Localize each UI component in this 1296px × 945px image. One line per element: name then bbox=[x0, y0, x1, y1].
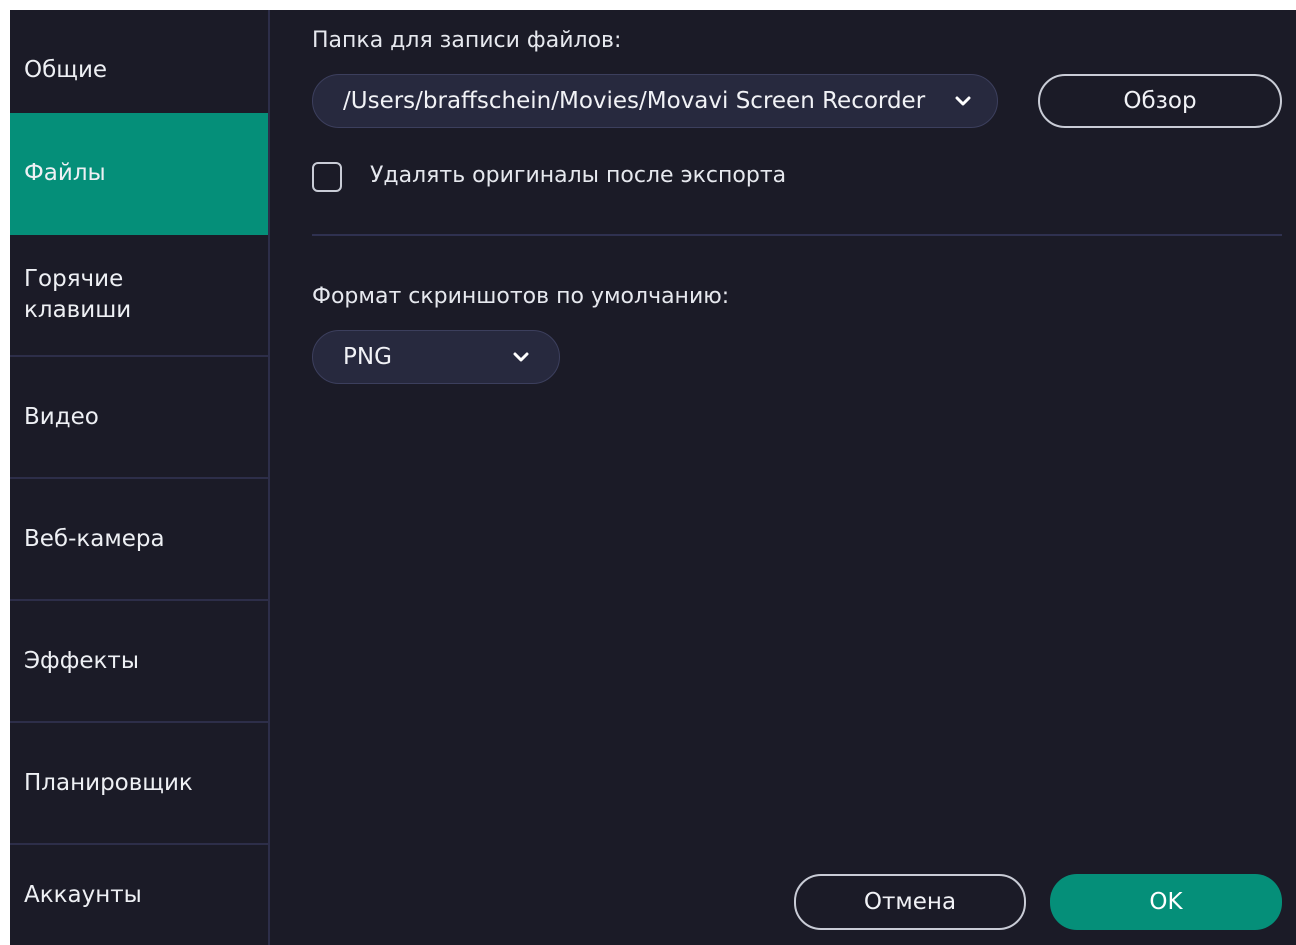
sidebar-item-video[interactable]: Видео bbox=[10, 357, 268, 479]
folder-path-value: /Users/braffschein/Movies/Movavi Screen … bbox=[343, 88, 926, 114]
sidebar-item-label: Горячие клавиши bbox=[24, 266, 132, 323]
files-settings-panel: Папка для записи файлов: /Users/braffsch… bbox=[270, 10, 1296, 945]
delete-originals-label: Удалять оригиналы после экспорта bbox=[370, 163, 787, 188]
sidebar-item-scheduler[interactable]: Планировщик bbox=[10, 723, 268, 845]
chevron-down-icon bbox=[955, 96, 971, 106]
section-divider bbox=[312, 234, 1282, 236]
screenshot-format-label: Формат скриншотов по умолчанию: bbox=[312, 284, 730, 309]
sidebar-item-effects[interactable]: Эффекты bbox=[10, 601, 268, 723]
sidebar-item-hotkeys[interactable]: Горячие клавиши bbox=[10, 235, 268, 357]
sidebar-item-label: Общие bbox=[24, 56, 108, 83]
cancel-button[interactable]: Отмена bbox=[794, 874, 1026, 930]
sidebar-item-accounts[interactable]: Аккаунты bbox=[10, 845, 268, 945]
sidebar-item-label: Аккаунты bbox=[24, 881, 142, 908]
sidebar-item-label: Видео bbox=[24, 403, 99, 430]
sidebar-item-label: Эффекты bbox=[24, 647, 139, 674]
sidebar: Общие Файлы Горячие клавиши Видео Веб-ка… bbox=[10, 10, 270, 945]
ok-button[interactable]: OK bbox=[1050, 874, 1282, 930]
chevron-down-icon bbox=[513, 352, 529, 362]
sidebar-item-label: Веб-камера bbox=[24, 525, 165, 552]
sidebar-item-label: Планировщик bbox=[24, 769, 193, 796]
preferences-window: Общие Файлы Горячие клавиши Видео Веб-ка… bbox=[10, 10, 1296, 945]
folder-path-dropdown[interactable]: /Users/braffschein/Movies/Movavi Screen … bbox=[312, 74, 998, 128]
screenshot-format-value: PNG bbox=[343, 344, 392, 370]
sidebar-item-files[interactable]: Файлы bbox=[10, 113, 268, 235]
folder-label: Папка для записи файлов: bbox=[312, 28, 622, 53]
delete-originals-checkbox[interactable] bbox=[312, 162, 342, 192]
sidebar-item-webcam[interactable]: Веб-камера bbox=[10, 479, 268, 601]
screenshot-format-dropdown[interactable]: PNG bbox=[312, 330, 560, 384]
browse-button[interactable]: Обзор bbox=[1038, 74, 1282, 128]
sidebar-item-label: Файлы bbox=[24, 159, 106, 186]
